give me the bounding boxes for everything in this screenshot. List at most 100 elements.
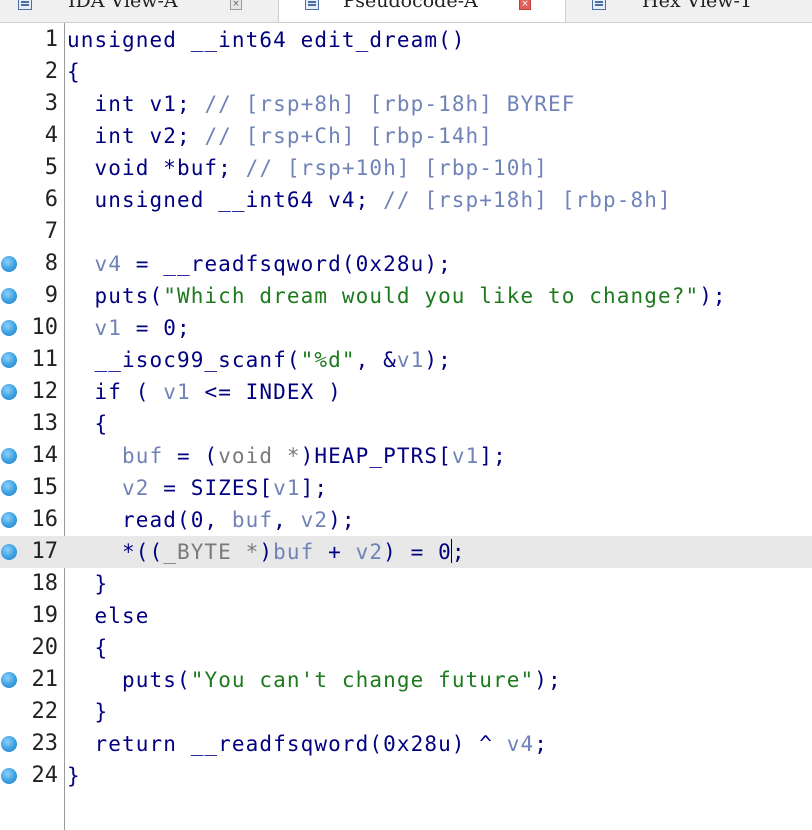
code-text[interactable]: unsigned __int64 edit_dream() [67,24,466,56]
code-token: void *buf; [67,156,246,180]
pseudocode-editor[interactable]: 1 unsigned __int64 edit_dream() 2{3 int v1… [0,23,812,830]
code-line[interactable]: 10 v1 = 0; [0,312,812,344]
code-text[interactable]: *((_BYTE *)buf + v2) = 0; [67,536,466,568]
code-token: ) [259,540,274,564]
line-number: 10 [31,315,59,340]
breakpoint-marker-icon[interactable] [1,288,17,304]
line-number: 2 [44,59,58,84]
code-token: buf [231,508,274,532]
code-token: void * [218,444,301,468]
line-number: 24 [31,763,59,788]
tab-pseudocode[interactable]: Pseudocode-A × [278,0,566,22]
code-line[interactable]: 8 v4 = __readfsqword(0x28u); [0,248,812,280]
breakpoint-marker-icon[interactable] [1,384,17,400]
code-token: v2 [67,476,150,500]
tab-hex-view[interactable]: Hex View-1 [568,0,812,22]
code-token: ]; [479,444,507,468]
code-text[interactable]: { [67,408,108,440]
breakpoint-marker-icon[interactable] [1,480,17,496]
code-text[interactable]: v2 = SIZES[v1]; [67,472,328,504]
line-number: 9 [44,283,58,308]
code-token: // [rsp+8h] [rbp-18h] BYREF [204,92,576,116]
code-line[interactable]: 12 if ( v1 <= INDEX ) [0,376,812,408]
code-text[interactable]: return __readfsqword(0x28u) ^ v4; [67,728,548,760]
code-token: int v2; [67,124,205,148]
code-text[interactable]: int v2; // [rsp+Ch] [rbp-14h] [67,120,493,152]
tab-ida-view[interactable]: IDA View-A × [0,0,275,22]
code-token: read(0, [67,508,232,532]
code-line[interactable]: 20 { [0,632,812,664]
code-line[interactable]: 23 return __readfsqword(0x28u) ^ v4; [0,728,812,760]
breakpoint-marker-icon[interactable] [1,320,17,336]
code-token: , & [355,348,397,372]
code-text[interactable]: v1 = 0; [67,312,191,344]
line-number: 4 [44,123,58,148]
breakpoint-marker-icon[interactable] [1,544,17,560]
code-line[interactable]: 7 [0,216,812,248]
line-number: 18 [31,571,59,596]
code-text[interactable]: v4 = __readfsqword(0x28u); [67,248,452,280]
close-icon[interactable]: × [230,0,242,10]
pseudocode-view-icon [305,0,319,10]
code-token: __isoc99_scanf( [67,348,301,372]
code-text[interactable]: read(0, buf, v2); [67,504,356,536]
code-token: )HEAP_PTRS[ [300,444,452,468]
code-line[interactable]: 4 int v2; // [rsp+Ch] [rbp-14h] [0,120,812,152]
breakpoint-marker-icon[interactable] [1,256,17,272]
code-text[interactable]: puts("You can't change future"); [67,664,562,696]
code-token: v2 [355,540,384,564]
code-token: { [67,60,81,84]
code-token: ); [699,284,727,308]
code-line[interactable]: 22 } [0,696,812,728]
breakpoint-marker-icon[interactable] [1,512,17,528]
code-text[interactable]: } [67,568,108,600]
code-token: *(( [67,540,164,564]
code-token: <= INDEX ) [190,380,342,404]
code-line[interactable]: 16 read(0, buf, v2); [0,504,812,536]
code-text[interactable]: buf = (void *)HEAP_PTRS[v1]; [67,440,507,472]
code-line[interactable]: 19 else [0,600,812,632]
code-line[interactable]: 9 puts("Which dream would you like to ch… [0,280,812,312]
code-line[interactable]: 11 __isoc99_scanf("%d", &v1); [0,344,812,376]
code-line[interactable]: 18 } [0,568,812,600]
code-token: v2 [300,508,329,532]
code-text[interactable]: { [67,56,81,88]
tab-label: Pseudocode-A [343,0,478,12]
breakpoint-marker-icon[interactable] [1,736,17,752]
code-line[interactable]: 14 buf = (void *)HEAP_PTRS[v1]; [0,440,812,472]
close-icon[interactable]: × [519,0,531,10]
code-line[interactable]: 17 *((_BYTE *)buf + v2) = 0; [0,536,812,568]
code-text[interactable]: void *buf; // [rsp+10h] [rbp-10h] [67,152,548,184]
code-line[interactable]: 6 unsigned __int64 v4; // [rsp+18h] [rbp… [0,184,812,216]
code-token: int v1; [67,92,205,116]
code-text[interactable]: } [67,760,81,792]
code-text[interactable]: __isoc99_scanf("%d", &v1); [67,344,452,376]
code-text[interactable]: int v1; // [rsp+8h] [rbp-18h] BYREF [67,88,576,120]
breakpoint-marker-icon[interactable] [1,672,17,688]
code-token: { [67,636,109,660]
code-text[interactable]: else [67,600,149,632]
code-line[interactable]: 15 v2 = SIZES[v1]; [0,472,812,504]
code-token: // [rsp+10h] [rbp-10h] [245,156,549,180]
code-line[interactable]: 2{ [0,56,812,88]
code-token: = SIZES[ [149,476,274,500]
line-number: 15 [31,475,59,500]
breakpoint-marker-icon[interactable] [1,352,17,368]
code-text[interactable]: } [67,696,108,728]
breakpoint-marker-icon[interactable] [1,448,17,464]
code-token: buf [273,540,315,564]
code-token: v1 [273,476,301,500]
breakpoint-marker-icon[interactable] [1,768,17,784]
code-token: ; [534,732,549,756]
code-line[interactable]: 21 puts("You can't change future"); [0,664,812,696]
code-line[interactable]: 13 { [0,408,812,440]
code-token: = 0; [121,316,191,340]
code-text[interactable]: if ( v1 <= INDEX ) [67,376,342,408]
code-line[interactable]: 5 void *buf; // [rsp+10h] [rbp-10h] [0,152,812,184]
code-line[interactable]: 3 int v1; // [rsp+8h] [rbp-18h] BYREF [0,88,812,120]
code-text[interactable]: { [67,632,108,664]
code-line[interactable]: 1 unsigned __int64 edit_dream() [0,24,812,56]
code-text[interactable]: unsigned __int64 v4; // [rsp+18h] [rbp-8… [67,184,672,216]
code-line[interactable]: 24} [0,760,812,792]
code-text[interactable]: puts("Which dream would you like to chan… [67,280,727,312]
